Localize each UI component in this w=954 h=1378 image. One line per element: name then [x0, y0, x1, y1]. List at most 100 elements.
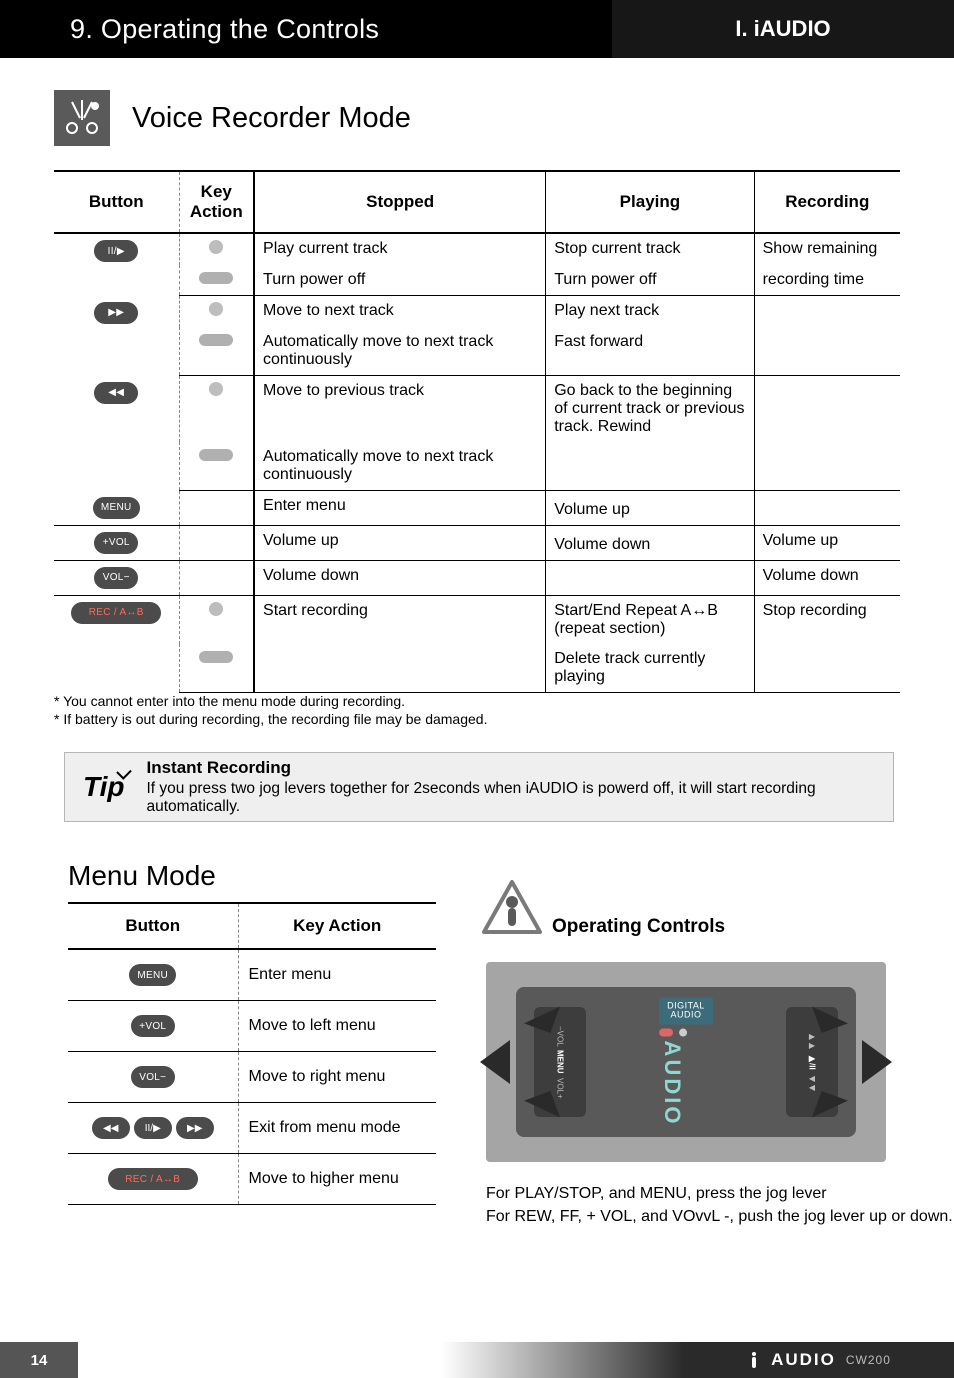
key-press-icon [209, 302, 223, 316]
rewind-icon: ◀◀ [92, 1117, 130, 1139]
label-play: ▶/II [808, 1054, 817, 1070]
alert-icon [480, 878, 544, 942]
tip-box: Tip Instant Recording If you press two j… [64, 752, 894, 822]
vol-up-icon: +VOL [131, 1015, 175, 1037]
menu-mode-heading: Menu Mode [68, 860, 216, 892]
label-ff: ▶▶ [808, 1032, 817, 1050]
vr-col-button: Button [54, 171, 179, 233]
footnote: * If battery is out during recording, th… [54, 710, 487, 728]
vol-down-icon: VOL− [131, 1066, 175, 1088]
key-press-icon [209, 240, 223, 254]
voice-recorder-heading-row: Voice Recorder Mode [54, 90, 411, 146]
oc-line2: For REW, FF, + VOL, and VOvvL -, push th… [486, 1205, 953, 1228]
cell: Fast forward [546, 327, 754, 376]
cell: Automatically move to next track continu… [254, 442, 546, 491]
cell: Volume up [254, 525, 546, 560]
cell: Start/End Repeat A↔B (repeat section) [546, 595, 754, 644]
forward-icon: ▶▶ [94, 302, 138, 324]
arrow-up-right-icon [812, 997, 848, 1033]
voice-recorder-heading: Voice Recorder Mode [132, 102, 411, 135]
cell: Move to previous track [254, 376, 546, 443]
voice-recorder-table: Button Key Action Stopped Playing Record… [54, 170, 900, 693]
brand-icon [747, 1351, 761, 1369]
forward-icon: ▶▶ [176, 1117, 214, 1139]
cell [754, 376, 900, 443]
brand-text: AUDIO [771, 1350, 836, 1370]
right-jog: ▶▶ ▶/II ◀◀ [786, 1007, 838, 1117]
table-row: MENU Enter menu Volume up [54, 491, 900, 526]
cell: Volume down [754, 560, 900, 595]
label-volplus: VOL+ [556, 1078, 565, 1099]
cell: Automatically move to next track continu… [254, 327, 546, 376]
cell: Volume down [254, 560, 546, 595]
cell: Move to right menu [238, 1052, 436, 1103]
key-press-icon [209, 382, 223, 396]
part-title: I. iAUDIO [735, 16, 830, 42]
cell: Enter menu [238, 949, 436, 1001]
cell: Volume up [754, 525, 900, 560]
key-hold-icon [199, 334, 233, 346]
label-rew: ◀◀ [808, 1074, 817, 1092]
vol-up-icon: +VOL [94, 532, 138, 554]
menu-icon: MENU [93, 497, 140, 519]
digital-audio-badge: DIGITAL AUDIO [659, 998, 713, 1025]
model-text: CW200 [846, 1353, 891, 1367]
cell: Exit from menu mode [238, 1103, 436, 1154]
cell [754, 644, 900, 693]
table-row: REC / A↔B Move to higher menu [68, 1154, 436, 1205]
table-row: +VOL Move to left menu [68, 1001, 436, 1052]
table-row: Automatically move to next track continu… [54, 442, 900, 491]
rewind-icon: ◀◀ [94, 382, 138, 404]
audio-logo: AUDIO [659, 1041, 685, 1127]
tip-title: Instant Recording [146, 758, 875, 778]
table-row: REC / A↔B Start recording Start/End Repe… [54, 595, 900, 644]
rec-ab-icon: REC / A↔B [71, 602, 161, 624]
table-row: ◀◀ II/▶ ▶▶ Exit from menu mode [68, 1103, 436, 1154]
device-center: DIGITAL AUDIO AUDIO [659, 998, 713, 1127]
menu-mode-table: Button Key Action MENU Enter menu +VOL M… [68, 902, 436, 1205]
cell: Enter menu [254, 491, 546, 526]
vr-col-playing: Playing [546, 171, 754, 233]
chapter-title: 9. Operating the Controls [70, 14, 379, 45]
menu-icon: MENU [129, 964, 176, 986]
tip-text: If you press two jog levers together for… [146, 780, 875, 816]
table-row: +VOL Volume up Volume down Volume up [54, 525, 900, 560]
table-row: Automatically move to next track continu… [54, 327, 900, 376]
cell: Start recording [254, 595, 546, 644]
label-volminus: −VOL [556, 1026, 565, 1047]
led-icon [659, 1029, 673, 1037]
cell: Volume up [546, 491, 754, 526]
cell: Show remaining [754, 233, 900, 265]
cell [546, 560, 754, 595]
key-hold-icon [199, 272, 233, 284]
arrow-right-icon [862, 1040, 892, 1084]
cell [754, 442, 900, 491]
footer-strip [78, 1342, 684, 1378]
oc-line1: For PLAY/STOP, and MENU, press the jog l… [486, 1182, 953, 1205]
cell: Stop current track [546, 233, 754, 265]
key-hold-icon [199, 651, 233, 663]
cell: Volume down [546, 525, 754, 560]
cell: recording time [754, 265, 900, 296]
operating-controls-title: Operating Controls [552, 916, 725, 938]
cell: Turn power off [546, 265, 754, 296]
table-row: II/▶ Play current track Stop current tra… [54, 233, 900, 265]
cell: Move to next track [254, 296, 546, 328]
tip-body: Instant Recording If you press two jog l… [146, 758, 875, 816]
footnotes: * You cannot enter into the menu mode du… [54, 692, 487, 728]
arrow-down-right-icon [812, 1091, 848, 1127]
table-row: MENU Enter menu [68, 949, 436, 1001]
table-row: Turn power off Turn power off recording … [54, 265, 900, 296]
key-hold-icon [199, 449, 233, 461]
dot-icon [679, 1029, 687, 1037]
left-jog: −VOL MENU VOL+ [534, 1007, 586, 1117]
arrow-left-icon [480, 1040, 510, 1084]
table-row: VOL− Volume down Volume down [54, 560, 900, 595]
key-press-icon [209, 602, 223, 616]
cell: Delete track currently playing [546, 644, 754, 693]
table-row: ▶▶ Move to next track Play next track [54, 296, 900, 328]
cell: Play next track [546, 296, 754, 328]
table-row: VOL− Move to right menu [68, 1052, 436, 1103]
vr-col-recording: Recording [754, 171, 900, 233]
vr-col-stopped: Stopped [254, 171, 546, 233]
